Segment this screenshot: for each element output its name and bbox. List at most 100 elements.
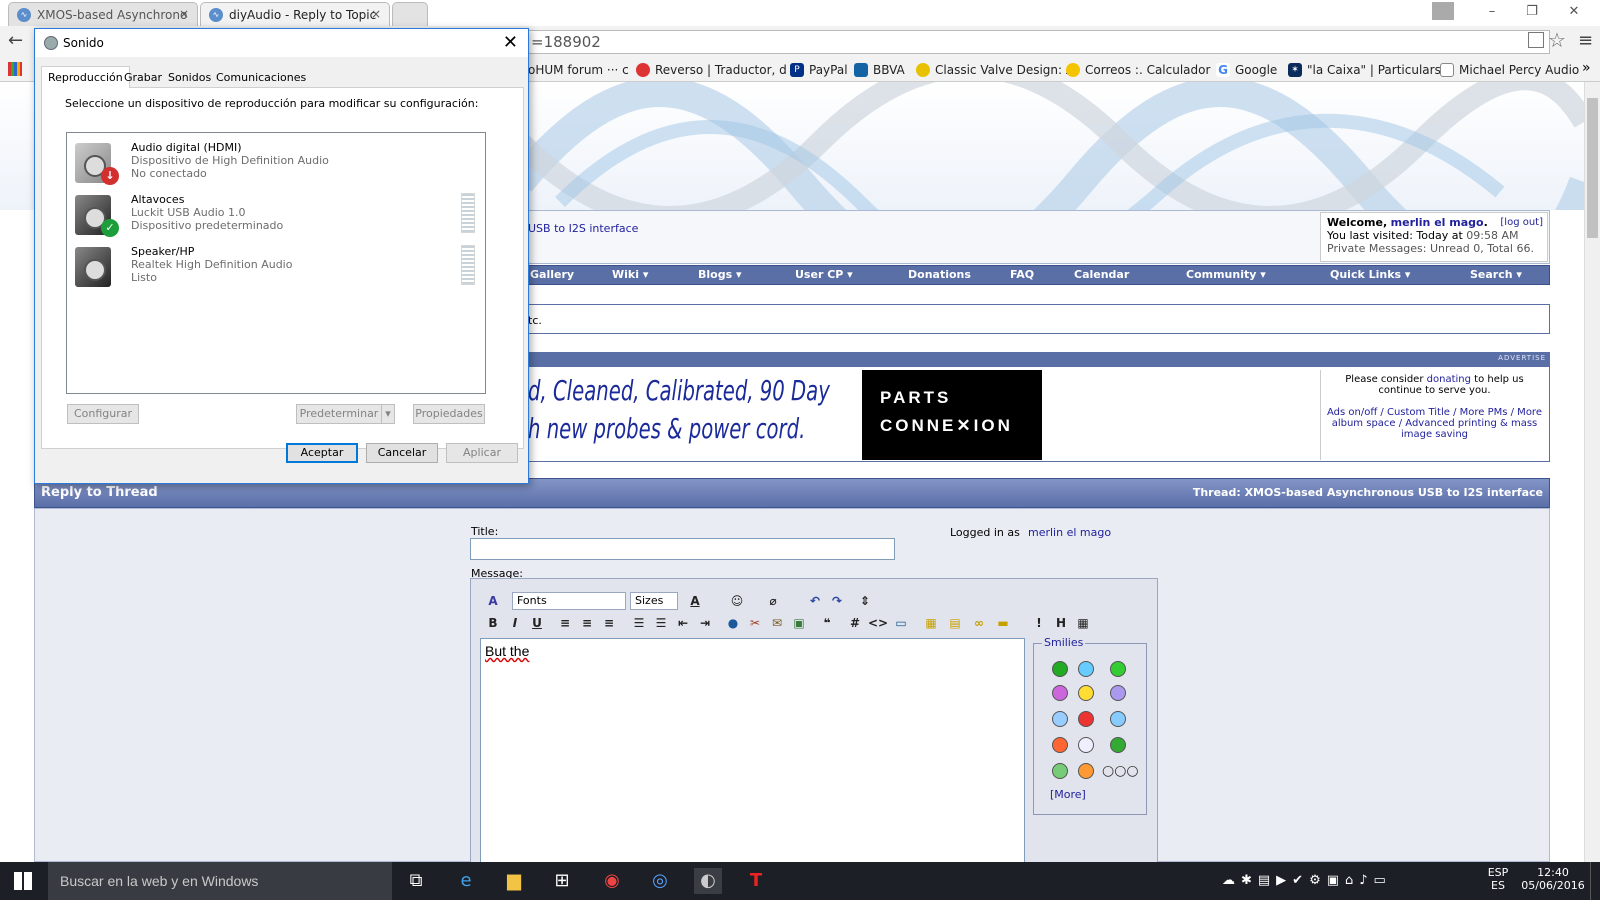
attachment-icon[interactable]: ⌀ (764, 592, 782, 610)
undo-icon[interactable]: ↶ (806, 592, 824, 610)
tab-reply[interactable]: ∿ diyAudio - Reply to Topic × (200, 2, 390, 26)
nav-blogs[interactable]: Blogs ▾ (698, 268, 741, 281)
bookmark-paypal[interactable]: P PayPal (790, 61, 848, 79)
logout-link[interactable]: [log out] (1500, 216, 1543, 229)
device-speaker-hp[interactable]: Speaker/HP Realtek High Definition Audio… (75, 245, 475, 293)
sound-app-icon[interactable]: ◐ (694, 868, 722, 894)
remove-link-icon[interactable]: ✂ (746, 614, 764, 632)
html-icon[interactable]: ▭ (892, 614, 910, 632)
align-left-icon[interactable]: ≡ (556, 614, 574, 632)
bookmark-caixa[interactable]: ✶ "la Caixa" | Particulars (1288, 61, 1441, 79)
tab-comunicaciones[interactable]: Comunicaciones (209, 66, 313, 88)
sizes-select[interactable]: Sizes (630, 592, 678, 610)
smilie-icon[interactable] (1078, 711, 1094, 727)
insert-email-icon[interactable]: ✉ (768, 614, 786, 632)
highlight-icon[interactable]: ▦ (922, 614, 940, 632)
quote-icon[interactable]: ❝ (818, 614, 836, 632)
insert-link-icon[interactable]: ● (724, 614, 742, 632)
show-desktop-button[interactable] (1590, 862, 1600, 900)
page-scrollbar[interactable] (1584, 82, 1600, 862)
system-tray-icons[interactable]: ☁✱▤▶✔⚙▣⌂♪▭ (1222, 873, 1392, 900)
thread-breadcrumb-link[interactable]: USB to I2S interface (528, 222, 638, 235)
menu-icon[interactable]: ≡ (1578, 30, 1593, 51)
ads-options-link[interactable]: Ads on/off / Custom Title / More PMs / M… (1327, 407, 1542, 440)
message-textarea[interactable]: But the (480, 638, 1025, 868)
welcome-user-link[interactable]: merlin el mago (1391, 216, 1484, 229)
resize-icon[interactable]: ⇕ (856, 592, 874, 610)
font-color-icon[interactable]: A (686, 592, 704, 610)
minimize-button[interactable]: – (1470, 0, 1514, 24)
edge-icon[interactable]: e (452, 868, 480, 894)
bookmark-star-icon[interactable]: ☆ (1548, 28, 1566, 52)
dialog-close-icon[interactable]: ✕ (503, 32, 518, 53)
scrollbar-thumb[interactable] (1587, 98, 1598, 238)
private-messages-link[interactable]: Private Messages: Unread 0, Total 66. (1327, 242, 1534, 255)
ad-text[interactable]: d, Cleaned, Calibrated, 90 Day h new pro… (528, 372, 830, 448)
bookmarks-overflow[interactable]: » (1582, 60, 1591, 76)
nav-quick-links[interactable]: Quick Links ▾ (1330, 268, 1410, 281)
apps-icon[interactable] (8, 62, 22, 76)
bookmark-correos[interactable]: Correos :. Calculador (1066, 61, 1210, 79)
task-view-icon[interactable]: ⧉ (402, 868, 430, 894)
nav-community[interactable]: Community ▾ (1186, 268, 1266, 281)
book-icon[interactable]: ▤ (946, 614, 964, 632)
smilie-icon[interactable] (1052, 661, 1068, 677)
properties-button[interactable]: Propiedades (413, 404, 485, 424)
nav-donations[interactable]: Donations (908, 268, 971, 281)
close-window-button[interactable]: ✕ (1552, 0, 1596, 24)
chain-icon[interactable]: ∞ (970, 614, 988, 632)
underline-icon[interactable]: U (528, 614, 546, 632)
redo-icon[interactable]: ↷ (828, 592, 846, 610)
smilie-icon[interactable] (1110, 737, 1126, 753)
bookmark-reverso[interactable]: Reverso | Traductor, d (636, 61, 787, 79)
exclamation-icon[interactable]: ! (1030, 614, 1048, 632)
parts-connexion-ad[interactable]: PARTS CONNE✕ION (862, 370, 1042, 460)
outdent-icon[interactable]: ⇤ (674, 614, 692, 632)
device-list[interactable]: ↓ Audio digital (HDMI) Dispositivo de Hi… (66, 132, 486, 394)
insert-smilie-icon[interactable]: ☺ (728, 592, 746, 610)
apply-button[interactable]: Aplicar (446, 443, 518, 463)
taskbar-search[interactable]: Buscar en la web y en Windows (48, 862, 392, 900)
donating-link[interactable]: donating (1427, 374, 1471, 385)
nav-wiki[interactable]: Wiki ▾ (612, 268, 648, 281)
new-tab-button[interactable] (392, 2, 428, 26)
smilie-icon[interactable] (1052, 685, 1068, 701)
smilie-icon[interactable] (1078, 763, 1094, 779)
olympic-rings-icon[interactable]: ○○○ (1102, 763, 1139, 779)
bookmark-hum[interactable]: oHUM forum ··· c (528, 61, 629, 79)
smilie-icon[interactable] (1110, 685, 1126, 701)
code-icon[interactable]: <> (868, 614, 888, 632)
file-explorer-icon[interactable]: ▆ (500, 868, 528, 894)
translate-icon[interactable] (1528, 32, 1544, 48)
fonts-select[interactable]: Fonts (512, 592, 626, 610)
t-app-icon[interactable]: T (742, 868, 770, 894)
smilie-icon[interactable] (1110, 661, 1126, 677)
nav-user-cp[interactable]: User CP ▾ (795, 268, 853, 281)
more-smilies-link[interactable]: [More] (1050, 788, 1086, 801)
nav-search[interactable]: Search ▾ (1470, 268, 1522, 281)
set-default-button[interactable]: Predeterminar (296, 404, 382, 424)
tab-xmos[interactable]: ∿ XMOS-based Asynchrono × (8, 2, 198, 26)
smilie-icon[interactable] (1052, 711, 1068, 727)
nav-calendar[interactable]: Calendar (1074, 268, 1129, 281)
italic-icon[interactable]: I (506, 614, 524, 632)
restore-button[interactable]: ❐ (1510, 0, 1554, 24)
smilie-icon[interactable] (1078, 737, 1094, 753)
align-center-icon[interactable]: ≡ (578, 614, 596, 632)
bookmark-percy[interactable]: Michael Percy Audio (1440, 61, 1579, 79)
device-altavoces[interactable]: ✓ Altavoces Luckit USB Audio 1.0 Disposi… (75, 193, 475, 241)
table-icon[interactable]: ▦ (1074, 614, 1092, 632)
clock[interactable]: 12:40 05/06/2016 (1520, 866, 1586, 900)
store-icon[interactable]: ⊞ (548, 868, 576, 894)
logged-in-user-link[interactable]: merlin el mago (1028, 526, 1111, 539)
cancel-button[interactable]: Cancelar (366, 443, 438, 463)
smilie-icon[interactable] (1052, 737, 1068, 753)
app-icon[interactable]: ◎ (646, 868, 674, 894)
ordered-list-icon[interactable]: ☰ (630, 614, 648, 632)
title-input[interactable] (470, 538, 895, 560)
language-indicator[interactable]: ESP ES (1486, 866, 1510, 900)
indent-icon[interactable]: ⇥ (696, 614, 714, 632)
device-hdmi[interactable]: ↓ Audio digital (HDMI) Dispositivo de Hi… (75, 141, 475, 189)
bold-icon[interactable]: B (484, 614, 502, 632)
windows-start-icon[interactable] (14, 872, 32, 890)
